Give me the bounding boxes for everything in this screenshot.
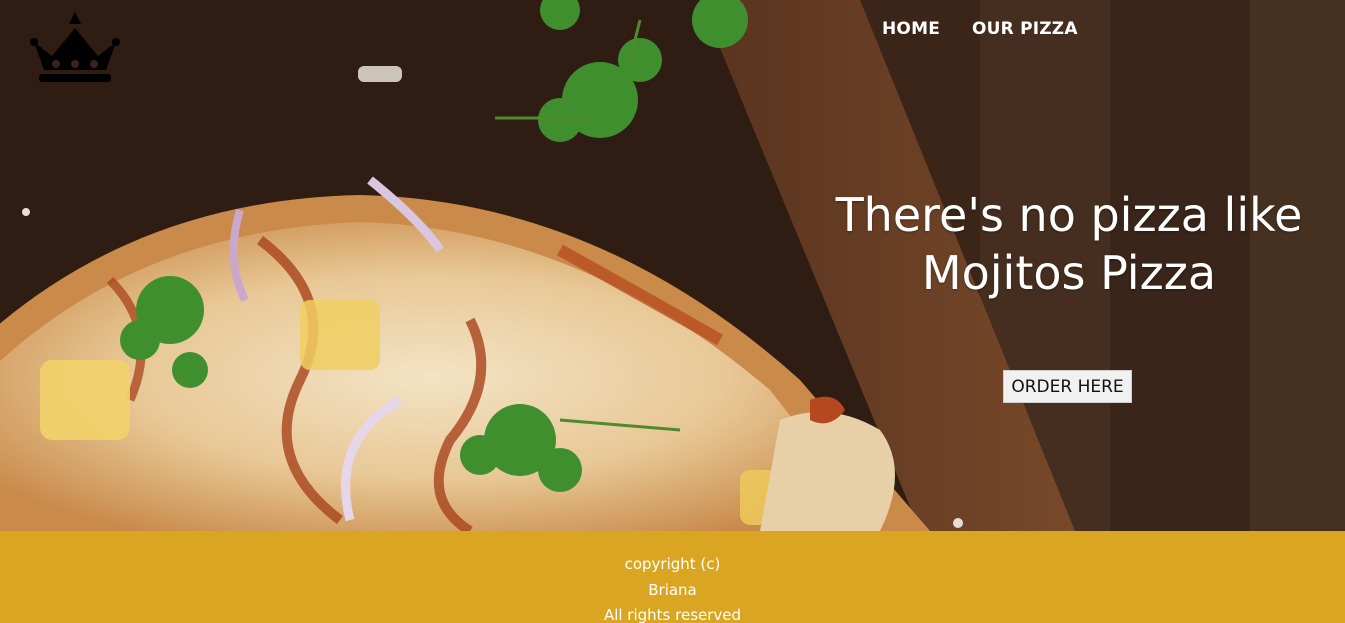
footer-rights: All rights reserved <box>603 606 742 623</box>
order-here-button[interactable]: ORDER HERE <box>1003 370 1132 403</box>
footer-copyright: copyright (c) <box>624 555 721 573</box>
footer: copyright (c) Briana All rights reserved <box>0 531 1345 623</box>
hero-headline: There's no pizza like Mojitos Pizza <box>806 186 1332 302</box>
nav-our-pizza-link[interactable]: OUR PIZZA <box>972 19 1078 39</box>
main-nav: HOME OUR PIZZA <box>882 19 1078 39</box>
nav-home-link[interactable]: HOME <box>882 19 940 39</box>
crown-icon[interactable] <box>28 12 122 92</box>
hero-headline-line1: There's no pizza like <box>835 188 1303 242</box>
footer-author: Briana <box>648 581 697 599</box>
page: HOME OUR PIZZA There's no pizza like Moj… <box>0 0 1345 623</box>
hero-banner: HOME OUR PIZZA There's no pizza like Moj… <box>0 0 1345 531</box>
hero-headline-line2: Mojitos Pizza <box>921 246 1217 300</box>
